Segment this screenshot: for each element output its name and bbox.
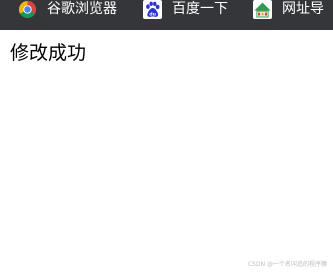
- hao123-icon: [253, 0, 272, 19]
- watermark: CSDN @一个名叫追的程序猿: [247, 261, 327, 268]
- baidu-paw-icon: du: [143, 0, 162, 19]
- bookmarks-bar: 谷歌浏览器 du 百度一下 网址导: [0, 0, 333, 30]
- chrome-icon: [18, 0, 37, 19]
- bookmark-baidu[interactable]: du 百度一下: [143, 0, 228, 19]
- success-message: 修改成功: [10, 42, 87, 64]
- bookmark-label: 百度一下: [172, 1, 228, 17]
- bookmark-hao123[interactable]: 网址导: [253, 0, 324, 19]
- bookmark-label: 谷歌浏览器: [47, 1, 117, 17]
- svg-text:du: du: [149, 11, 156, 17]
- bookmark-label: 网址导: [282, 1, 324, 17]
- bookmark-chrome-browser[interactable]: 谷歌浏览器: [18, 0, 117, 19]
